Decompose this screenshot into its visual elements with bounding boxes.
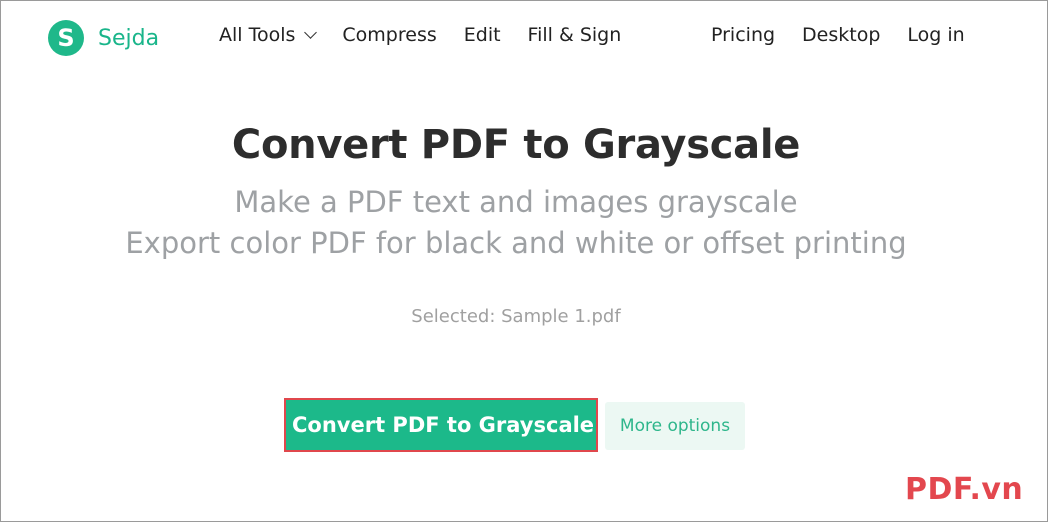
nav-all-tools-label: All Tools — [219, 24, 296, 46]
nav-fill-sign[interactable]: Fill & Sign — [528, 24, 622, 46]
chevron-down-icon — [304, 25, 318, 39]
more-options-button[interactable]: More options — [605, 402, 745, 450]
logo-text: Sejda — [98, 25, 160, 51]
nav-all-tools[interactable]: All Tools — [219, 24, 318, 46]
account-nav: Pricing Desktop Log in — [711, 24, 992, 46]
nav-pricing[interactable]: Pricing — [711, 24, 775, 46]
subtitle-line-2: Export color PDF for black and white or … — [125, 226, 907, 260]
selected-file-label: Selected: Sample 1.pdf — [411, 306, 621, 327]
nav-compress[interactable]: Compress — [342, 24, 436, 46]
page-title: Convert PDF to Grayscale — [231, 122, 801, 168]
highlight-box: Convert PDF to Grayscale — [284, 398, 598, 452]
main-nav: All Tools Compress Edit Fill & Sign — [219, 24, 648, 46]
nav-edit[interactable]: Edit — [464, 24, 501, 46]
subtitle-line-1: Make a PDF text and images grayscale — [234, 185, 798, 219]
sejda-logo-icon: S — [48, 20, 84, 56]
convert-button[interactable]: Convert PDF to Grayscale — [286, 400, 596, 450]
watermark-logo: PDF.vn — [905, 472, 1024, 507]
sejda-logo[interactable]: S Sejda — [48, 20, 159, 56]
nav-log-in[interactable]: Log in — [907, 24, 964, 46]
nav-desktop[interactable]: Desktop — [802, 24, 880, 46]
top-navbar: S Sejda All Tools Compress Edit Fill & S… — [0, 0, 1046, 78]
